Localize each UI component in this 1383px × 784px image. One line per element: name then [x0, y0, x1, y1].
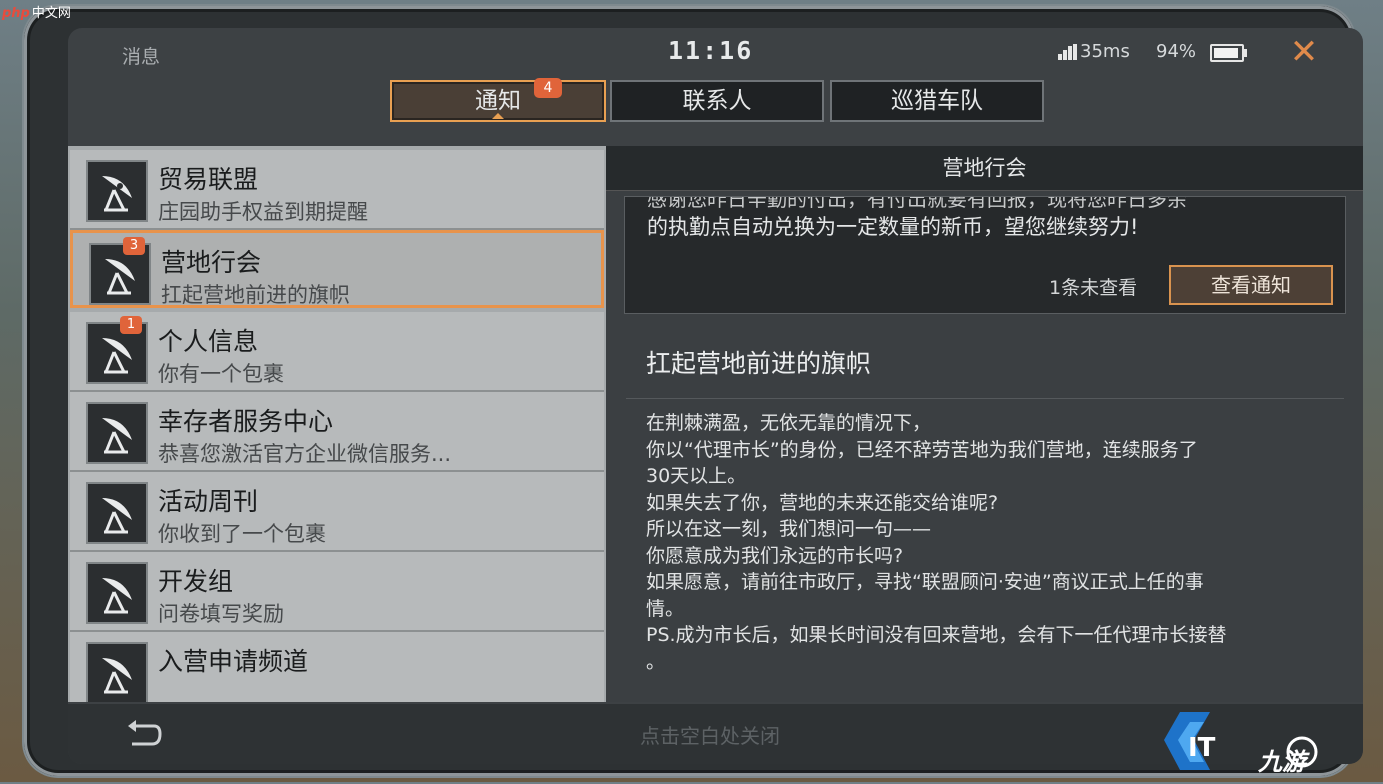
list-item-title: 贸易联盟 — [158, 165, 259, 194]
channel-list[interactable]: 贸易联盟 庄园助手权益到期提醒 3 营地行会 扛起营地前进的旗帜 1 个人信息 … — [68, 146, 606, 702]
battery-text: 94% — [1156, 41, 1197, 62]
ping-text: 35ms — [1080, 41, 1130, 62]
unread-badge: 3 — [123, 237, 145, 255]
list-item[interactable]: 1 个人信息 你有一个包裹 — [70, 312, 604, 392]
body-line: PS.成为市长后，如果长时间没有回来营地，会有下一任代理市长接替 — [646, 624, 1227, 646]
satellite-dish-icon — [86, 160, 148, 222]
notification-card: 感谢您昨日辛勤的付出，有付出就要有回报，现将您昨日多余 的执勤点自动兑换为一定数… — [624, 196, 1346, 314]
active-caret-icon — [492, 113, 504, 119]
tab-notifications[interactable]: 通知 4 — [390, 78, 606, 122]
list-item-title: 营地行会 — [161, 248, 262, 277]
detail-title: 扛起营地前进的旗帜 — [646, 349, 872, 378]
list-item-subtitle: 问卷填写奖励 — [158, 602, 284, 626]
list-item[interactable]: 活动周刊 你收到了一个包裹 — [70, 472, 604, 552]
device-frame: 消息 11:16 35ms 94% ✕ 通知 4 联系人 巡猎车队 贸易联盟 庄… — [24, 6, 1363, 776]
tab-badge: 4 — [534, 78, 562, 98]
unread-badge: 1 — [120, 316, 142, 334]
body-line: 。 — [646, 650, 666, 673]
close-hint[interactable]: 点击空白处关闭 — [640, 720, 780, 749]
svg-text:IT: IT — [1188, 733, 1216, 763]
list-item-selected[interactable]: 3 营地行会 扛起营地前进的旗帜 — [70, 230, 604, 308]
list-item-title: 个人信息 — [158, 327, 259, 356]
list-item-subtitle: 你收到了一个包裹 — [158, 522, 326, 546]
message-detail-panel: 营地行会 感谢您昨日辛勤的付出，有付出就要有回报，现将您昨日多余 的执勤点自动兑… — [606, 146, 1363, 702]
body-line: 在荆棘满盈，无依无靠的情况下， — [646, 412, 932, 434]
list-item-subtitle: 扛起营地前进的旗帜 — [161, 283, 350, 307]
screen-title: 消息 — [122, 46, 161, 68]
list-item[interactable]: 幸存者服务中心 恭喜您激活官方企业微信服务... — [70, 392, 604, 472]
battery-fill — [1214, 48, 1238, 58]
back-arrow-icon[interactable] — [124, 718, 164, 752]
card-preview-text: 感谢您昨日辛勤的付出，有付出就要有回报，现将您昨日多余 — [647, 196, 1187, 211]
divider — [626, 398, 1344, 399]
tab-contacts[interactable]: 联系人 — [610, 80, 824, 122]
card-text: 的执勤点自动兑换为一定数量的新币，望您继续努力! — [647, 215, 1139, 239]
detail-header: 营地行会 — [606, 146, 1363, 191]
list-item[interactable]: 开发组 问卷填写奖励 — [70, 552, 604, 632]
body-line: 30天以上。 — [646, 465, 747, 487]
body-line: 你以“代理市长”的身份，已经不辞劳苦地为我们营地，连续服务了 — [646, 438, 1198, 461]
tab-hunting-convoy[interactable]: 巡猎车队 — [830, 80, 1044, 122]
signal-icon — [1058, 44, 1078, 60]
battery-icon — [1210, 44, 1247, 62]
body-line: 所以在这一刻，我们想问一句—— — [646, 518, 932, 540]
watermark-php: php 中文网 — [2, 6, 71, 21]
body-line: 你愿意成为我们永远的市长吗? — [646, 544, 904, 567]
satellite-dish-icon — [86, 562, 148, 624]
list-item[interactable]: 贸易联盟 庄园助手权益到期提醒 — [70, 150, 604, 230]
detail-body: 在荆棘满盈，无依无靠的情况下， 你以“代理市长”的身份，已经不辞劳苦地为我们营地… — [646, 410, 1326, 675]
message-screen: 消息 11:16 35ms 94% ✕ 通知 4 联系人 巡猎车队 贸易联盟 庄… — [68, 28, 1363, 764]
status-bar: 消息 11:16 35ms 94% ✕ — [68, 28, 1363, 78]
list-item-title: 开发组 — [158, 567, 234, 596]
close-icon[interactable]: ✕ — [1286, 34, 1322, 70]
watermark-text: 九游 — [1258, 748, 1306, 776]
list-item[interactable]: 入营申请频道 — [70, 632, 604, 702]
list-item-subtitle: 庄园助手权益到期提醒 — [158, 200, 368, 224]
satellite-dish-icon — [86, 642, 148, 702]
satellite-dish-icon — [86, 402, 148, 464]
list-item-title: 幸存者服务中心 — [158, 407, 334, 436]
satellite-dish-icon — [86, 482, 148, 544]
body-line: 情。 — [646, 597, 685, 620]
list-item-subtitle: 恭喜您激活官方企业微信服务... — [158, 442, 452, 466]
body-line: 如果愿意，请前往市政厅，寻找“联盟顾问·安迪”商议正式上任的事 — [646, 571, 1204, 593]
unread-count: 1条未查看 — [1049, 277, 1138, 299]
view-notification-button[interactable]: 查看通知 — [1169, 265, 1333, 305]
list-item-title: 活动周刊 — [158, 487, 259, 516]
list-item-subtitle: 你有一个包裹 — [158, 362, 284, 386]
body-line: 如果失去了你，营地的未来还能交给谁呢? — [646, 491, 999, 514]
list-item-title: 入营申请频道 — [158, 647, 309, 676]
clock: 11:16 — [668, 36, 754, 65]
